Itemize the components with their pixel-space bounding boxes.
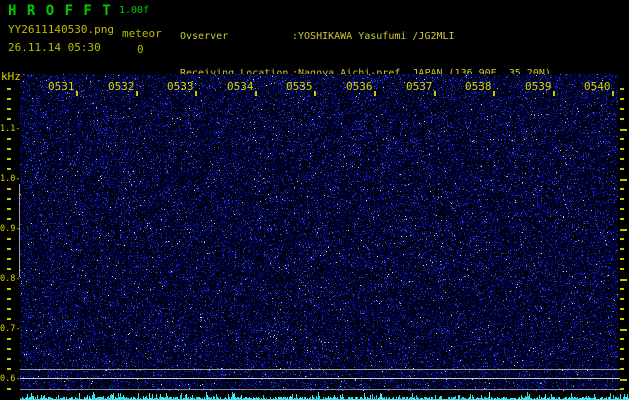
time-tick-label: 0532 <box>108 80 135 93</box>
frequency-tick-label: 1.1- <box>0 124 21 134</box>
freq-minor-tick-left <box>7 198 11 200</box>
freq-minor-tick-left <box>7 338 11 340</box>
freq-minor-tick-left <box>7 138 11 140</box>
freq-minor-tick-right <box>620 318 624 320</box>
freq-minor-tick-right <box>620 268 624 270</box>
output-filename: YY2611140530.png <box>8 23 114 36</box>
freq-minor-tick-left <box>7 208 11 210</box>
frequency-tick-label: 0.7- <box>0 324 21 334</box>
signal-level-canvas <box>20 391 629 400</box>
freq-major-tick-right <box>620 379 627 381</box>
freq-minor-tick-left <box>7 98 11 100</box>
time-tick-mark <box>374 91 376 96</box>
time-tick-mark <box>136 91 138 96</box>
freq-minor-tick-right <box>620 208 624 210</box>
reference-line-upper <box>20 369 620 370</box>
freq-minor-tick-left <box>7 268 11 270</box>
frequency-tick-label: 0.9- <box>0 224 21 234</box>
freq-major-tick-right <box>620 229 627 231</box>
freq-minor-tick-left <box>7 288 11 290</box>
freq-minor-tick-right <box>620 348 624 350</box>
time-tick-mark <box>76 91 78 96</box>
freq-major-tick-right <box>620 179 627 181</box>
time-tick-mark <box>553 91 555 96</box>
freq-minor-tick-left <box>7 298 11 300</box>
freq-minor-tick-left <box>7 258 11 260</box>
freq-minor-tick-right <box>620 168 624 170</box>
time-tick-mark <box>612 91 614 96</box>
freq-minor-tick-right <box>620 88 624 90</box>
freq-minor-tick-left <box>7 238 11 240</box>
freq-minor-tick-right <box>620 358 624 360</box>
freq-minor-tick-left <box>7 168 11 170</box>
time-tick-label: 0540 <box>584 80 611 93</box>
time-tick-mark <box>493 91 495 96</box>
info-value: :YOSHIKAWA Yasufumi /JG2MLI <box>292 30 455 42</box>
freq-minor-tick-right <box>620 238 624 240</box>
y-axis-unit-label: kHz <box>1 70 21 83</box>
freq-minor-tick-right <box>620 218 624 220</box>
time-tick-mark <box>434 91 436 96</box>
freq-minor-tick-right <box>620 298 624 300</box>
hrofft-screen: H R O F F T 1.00f YY2611140530.png meteo… <box>0 0 629 400</box>
time-tick-mark <box>195 91 197 96</box>
freq-minor-tick-right <box>620 338 624 340</box>
time-tick-label: 0539 <box>525 80 552 93</box>
freq-minor-tick-right <box>620 98 624 100</box>
frequency-tick-label: 0.6- <box>0 374 21 384</box>
freq-minor-tick-left <box>7 148 11 150</box>
freq-minor-tick-left <box>7 108 11 110</box>
freq-minor-tick-right <box>620 188 624 190</box>
app-title: H R O F F T <box>8 3 112 19</box>
freq-minor-tick-left <box>7 368 11 370</box>
time-tick-label: 0538 <box>465 80 492 93</box>
freq-major-tick-right <box>620 329 627 331</box>
freq-minor-tick-left <box>7 188 11 190</box>
freq-minor-tick-left <box>7 308 11 310</box>
time-tick-label: 0536 <box>346 80 373 93</box>
freq-minor-tick-right <box>620 388 624 390</box>
observation-datetime: 26.11.14 05:30 <box>8 41 101 54</box>
freq-minor-tick-left <box>7 358 11 360</box>
freq-minor-tick-left <box>7 158 11 160</box>
freq-major-tick-right <box>620 279 627 281</box>
calibration-bar <box>19 184 20 277</box>
freq-minor-tick-right <box>620 138 624 140</box>
time-tick-mark <box>314 91 316 96</box>
freq-minor-tick-right <box>620 368 624 370</box>
time-tick-mark <box>255 91 257 96</box>
meteor-count: 0 <box>137 43 144 56</box>
freq-minor-tick-left <box>7 318 11 320</box>
freq-minor-tick-right <box>620 258 624 260</box>
freq-minor-tick-right <box>620 108 624 110</box>
time-tick-label: 0537 <box>406 80 433 93</box>
freq-minor-tick-left <box>7 218 11 220</box>
freq-minor-tick-right <box>620 118 624 120</box>
freq-minor-tick-left <box>7 388 11 390</box>
freq-minor-tick-left <box>7 88 11 90</box>
mode-label: meteor <box>122 27 162 40</box>
time-tick-label: 0533 <box>167 80 194 93</box>
app-version: 1.00f <box>119 5 150 16</box>
spectrogram-noise-canvas <box>20 74 618 391</box>
frequency-tick-label: 0.8- <box>0 274 21 284</box>
freq-minor-tick-left <box>7 118 11 120</box>
reference-line-center <box>20 378 620 379</box>
info-label: Ovserver <box>180 30 229 42</box>
time-tick-label: 0531 <box>48 80 75 93</box>
reference-line-lower <box>20 389 620 390</box>
time-tick-label: 0534 <box>227 80 254 93</box>
freq-minor-tick-right <box>620 248 624 250</box>
freq-minor-tick-right <box>620 148 624 150</box>
freq-minor-tick-right <box>620 288 624 290</box>
time-tick-label: 0535 <box>286 80 313 93</box>
freq-minor-tick-right <box>620 308 624 310</box>
frequency-tick-label: 1.0- <box>0 174 21 184</box>
freq-major-tick-right <box>620 129 627 131</box>
freq-minor-tick-right <box>620 198 624 200</box>
freq-minor-tick-left <box>7 248 11 250</box>
freq-minor-tick-left <box>7 348 11 350</box>
freq-minor-tick-right <box>620 158 624 160</box>
info-row-observer: Ovserver :YOSHIKAWA Yasufumi /JG2MLI <box>180 31 551 43</box>
